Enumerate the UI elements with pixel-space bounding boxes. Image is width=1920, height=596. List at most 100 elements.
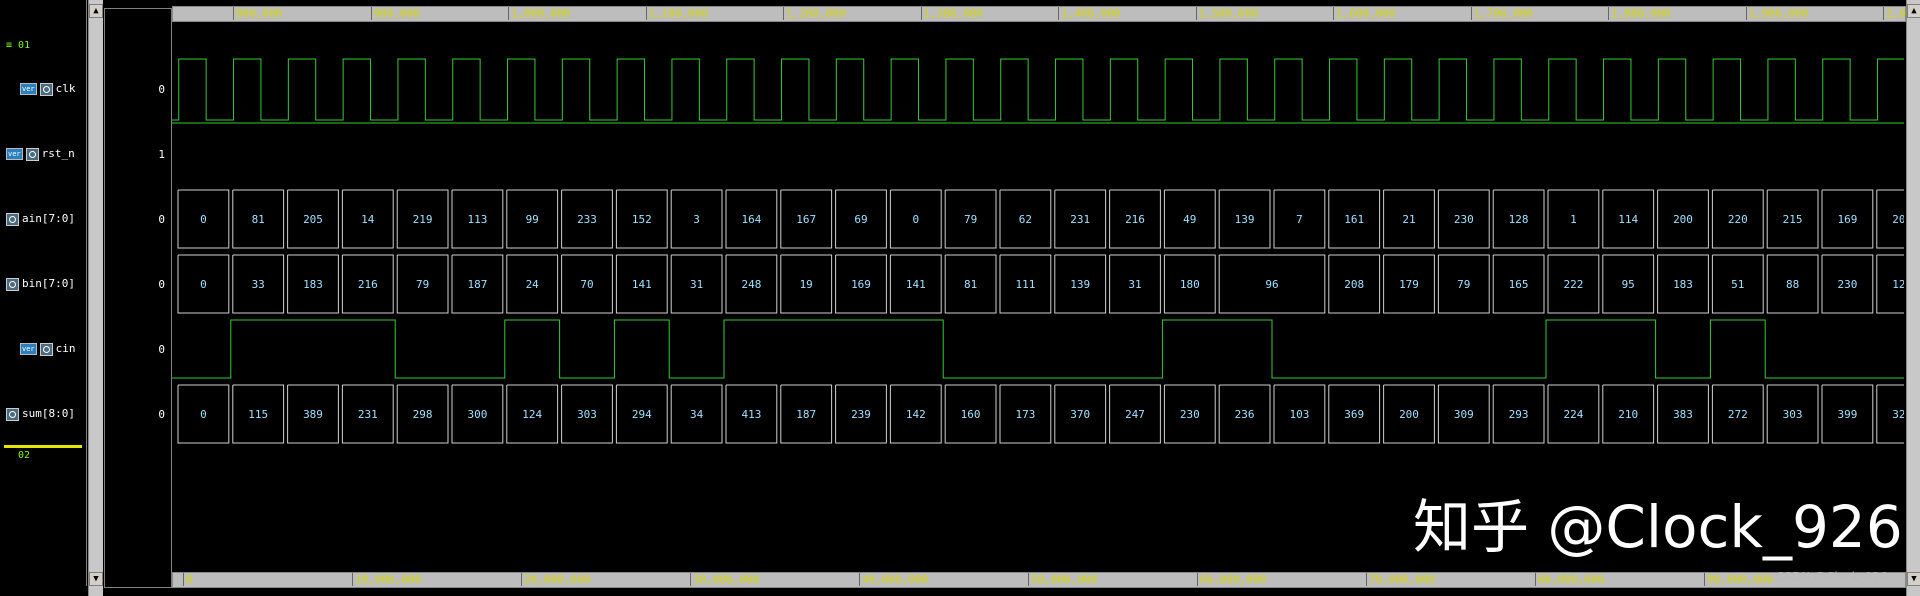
top-ruler-tick: 1,900,000 bbox=[1745, 7, 1808, 20]
bin-bus-value-label: 81 bbox=[964, 278, 977, 291]
bin-bus-value-label: 88 bbox=[1786, 278, 1799, 291]
ain-bus-value-label: 49 bbox=[1183, 213, 1196, 226]
ain-bus-value-label: 114 bbox=[1618, 213, 1638, 226]
signal-name-rst_n[interactable]: ver rst_n bbox=[6, 147, 75, 161]
scroll-up-icon[interactable]: ▲ bbox=[1907, 4, 1920, 18]
bin-bus-value-label: 187 bbox=[467, 278, 487, 291]
signal-name-bin[interactable]: bin[7:0] bbox=[6, 277, 75, 291]
bin-bus-value-label: 179 bbox=[1399, 278, 1419, 291]
scroll-down-icon[interactable]: ▼ bbox=[89, 572, 103, 586]
ain-bus-value-label: 0 bbox=[912, 213, 919, 226]
time-ruler-bottom[interactable]: 0 10,000,000 20,000,000 30,000,000 40,000,00… bbox=[172, 572, 1906, 588]
sum-bus-value-label: 239 bbox=[851, 408, 871, 421]
ain-bus-value-label: 139 bbox=[1235, 213, 1255, 226]
sum-bus-value-label: 293 bbox=[1509, 408, 1529, 421]
bottom-ruler-tick: 20,000,000 bbox=[521, 573, 590, 586]
bottom-ruler-tick: 50,000,000 bbox=[1028, 573, 1097, 586]
sum-bus-value-label: 124 bbox=[522, 408, 542, 421]
sum-bus-value-label: 303 bbox=[1783, 408, 1803, 421]
sum-bus-value-label: 142 bbox=[906, 408, 926, 421]
sum-bus-value-label: 103 bbox=[1289, 408, 1309, 421]
bin-bus-value-label: 222 bbox=[1563, 278, 1583, 291]
ain-bus-value-label: 230 bbox=[1454, 213, 1474, 226]
top-ruler-tick: 1,600,000 bbox=[1333, 7, 1396, 20]
ain-bus-value-label: 215 bbox=[1783, 213, 1803, 226]
bin-bus-value-label: 248 bbox=[741, 278, 761, 291]
ain-bus-value-label: 152 bbox=[632, 213, 652, 226]
top-ruler-tick: 1,800,000 bbox=[1608, 7, 1671, 20]
sum-bus-value-label: 298 bbox=[413, 408, 433, 421]
scroll-up-icon[interactable]: ▲ bbox=[89, 4, 103, 18]
ain-bus-value-label: 21 bbox=[1402, 213, 1415, 226]
signal-name-cin[interactable]: ver cin bbox=[20, 342, 76, 356]
verilog-icon: ver bbox=[6, 148, 23, 160]
scroll-down-icon[interactable]: ▼ bbox=[1907, 572, 1920, 586]
bus-icon bbox=[6, 277, 19, 291]
sum-bus-value-label: 300 bbox=[467, 408, 487, 421]
sum-bus-value-label: 0 bbox=[200, 408, 207, 421]
bottom-ruler-tick: 70,000,000 bbox=[1366, 573, 1435, 586]
value-sum: 0 bbox=[158, 408, 165, 421]
sum-bus-value-label: 370 bbox=[1070, 408, 1090, 421]
sum-bus-value-label: 34 bbox=[690, 408, 704, 421]
ain-bus-value-label: 1 bbox=[1570, 213, 1577, 226]
signal-type-icon bbox=[39, 82, 53, 96]
group-divider bbox=[4, 445, 82, 448]
value-clk: 0 bbox=[158, 83, 165, 96]
verilog-icon: ver bbox=[20, 83, 37, 95]
bin-bus-value-label: 33 bbox=[252, 278, 265, 291]
sum-bus-value-label: 173 bbox=[1015, 408, 1035, 421]
waveform-scrollbar[interactable]: ▲ ▼ bbox=[1906, 0, 1920, 596]
bin-bus-value-label: 124 bbox=[1892, 278, 1904, 291]
bottom-ruler-tick: 10,000,000 bbox=[352, 573, 421, 586]
value-cin: 0 bbox=[158, 343, 165, 356]
ain-bus-value-label: 220 bbox=[1728, 213, 1748, 226]
sum-bus-value-label: 224 bbox=[1563, 408, 1583, 421]
bin-bus-value-label: 31 bbox=[690, 278, 703, 291]
group-label-01[interactable]: ≡ 01 bbox=[6, 40, 30, 51]
signal-name-ain[interactable]: ain[7:0] bbox=[6, 212, 75, 226]
bin-bus-value-label: 183 bbox=[1673, 278, 1693, 291]
ain-bus-value-label: 231 bbox=[1070, 213, 1090, 226]
verilog-icon: ver bbox=[20, 343, 37, 355]
signal-name-sum[interactable]: sum[8:0] bbox=[6, 407, 75, 421]
ain-bus-value-label: 7 bbox=[1296, 213, 1303, 226]
sum-bus-value-label: 247 bbox=[1125, 408, 1145, 421]
ain-bus-value-label: 219 bbox=[413, 213, 433, 226]
ain-bus-value-label: 164 bbox=[741, 213, 761, 226]
bin-bus-value-label: 139 bbox=[1070, 278, 1090, 291]
group-label-02[interactable]: 02 bbox=[18, 450, 30, 461]
ain-bus-value-label: 205 bbox=[303, 213, 323, 226]
top-ruler-tick: 1,300,000 bbox=[920, 7, 983, 20]
ain-bus-value-label: 169 bbox=[1837, 213, 1857, 226]
ain-bus-value-label: 79 bbox=[964, 213, 977, 226]
value-ain: 0 bbox=[158, 213, 165, 226]
sum-bus-value-label: 160 bbox=[961, 408, 981, 421]
cin-waveform bbox=[172, 319, 1904, 379]
time-ruler-top[interactable]: 800,000 900,000 1,000,000 1,100,000 1,200,00… bbox=[172, 6, 1920, 22]
sum-bus-value-label: 413 bbox=[741, 408, 761, 421]
sum-bus-value-label: 328 bbox=[1892, 408, 1904, 421]
bus-icon bbox=[6, 212, 19, 226]
bin-bus-value-label: 169 bbox=[851, 278, 871, 291]
sum-bus-value-label: 383 bbox=[1673, 408, 1693, 421]
top-ruler-tick: 1,000,000 bbox=[508, 7, 571, 20]
top-ruler-tick: 1,700,000 bbox=[1470, 7, 1533, 20]
ain-bus-value-label: 216 bbox=[1125, 213, 1145, 226]
signal-name-clk[interactable]: ver clk bbox=[20, 82, 76, 96]
ain-bus-value-label: 81 bbox=[252, 213, 265, 226]
bottom-ruler-tick: 90,000,000 bbox=[1704, 573, 1773, 586]
bin-bus-value-label: 0 bbox=[200, 278, 207, 291]
bin-bus-value-label: 24 bbox=[526, 278, 540, 291]
ain-bus-value-label: 69 bbox=[854, 213, 867, 226]
name-panel-scrollbar[interactable]: ▲ ▼ bbox=[88, 0, 103, 596]
bin-bus-value-label: 183 bbox=[303, 278, 323, 291]
bin-bus-value-label: 31 bbox=[1128, 278, 1141, 291]
ain-bus-value-label: 99 bbox=[526, 213, 539, 226]
bin-bus-value-label: 208 bbox=[1344, 278, 1364, 291]
sum-bus-value-label: 303 bbox=[577, 408, 597, 421]
signal-name-panel[interactable]: ≡ 01 ver clk ver rst_n ain[7:0] bin[7:0] v… bbox=[0, 0, 87, 586]
top-ruler-tick: 900,000 bbox=[370, 7, 420, 20]
ain-bus-value-label: 14 bbox=[361, 213, 375, 226]
value-bin: 0 bbox=[158, 278, 165, 291]
